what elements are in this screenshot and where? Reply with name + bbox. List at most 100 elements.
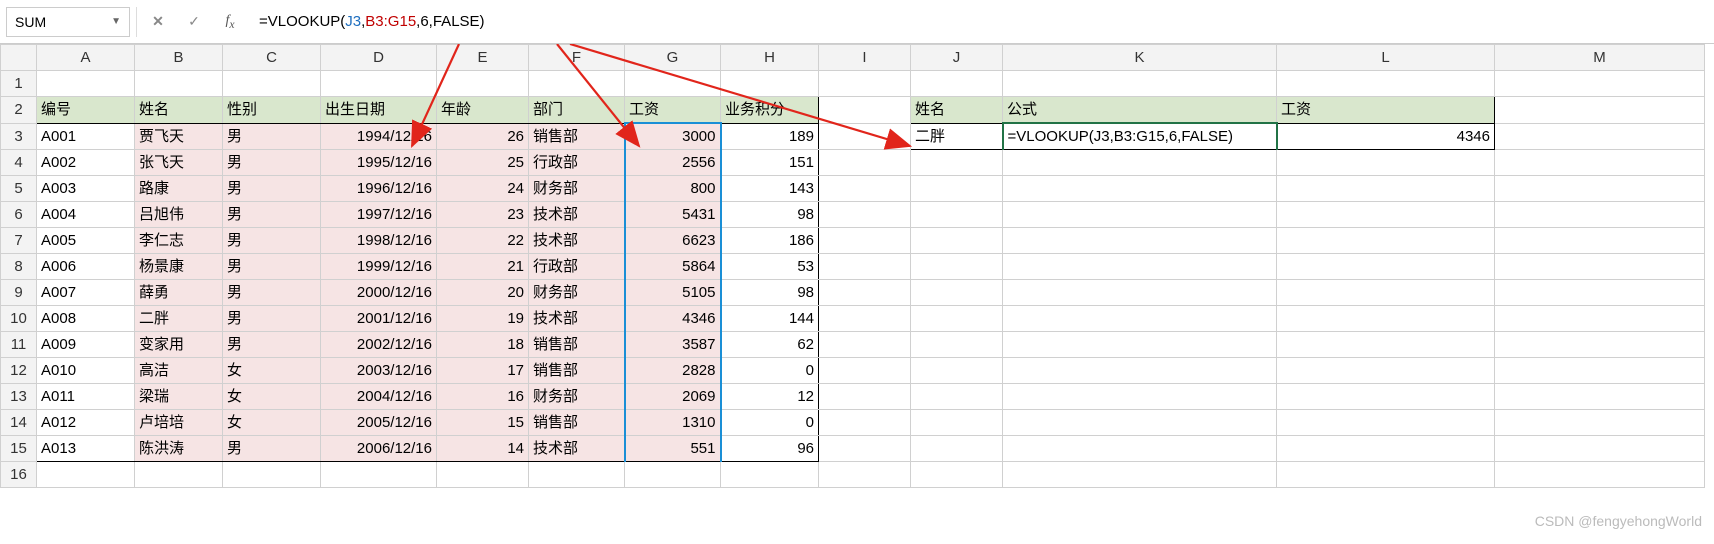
cell-M12[interactable]	[1495, 358, 1705, 384]
cell-L6[interactable]	[1277, 202, 1495, 228]
cell-K15[interactable]	[1003, 436, 1277, 462]
cell-G1[interactable]	[625, 71, 721, 97]
cell-G6[interactable]: 5431	[625, 202, 721, 228]
cell-E1[interactable]	[437, 71, 529, 97]
cell-H1[interactable]	[721, 71, 819, 97]
cell-I9[interactable]	[819, 280, 911, 306]
cell-G7[interactable]: 6623	[625, 228, 721, 254]
cell-G12[interactable]: 2828	[625, 358, 721, 384]
cell-B1[interactable]	[135, 71, 223, 97]
col-header-C[interactable]: C	[223, 45, 321, 71]
row-header-5[interactable]: 5	[1, 176, 37, 202]
cell-L7[interactable]	[1277, 228, 1495, 254]
cell-C7[interactable]: 男	[223, 228, 321, 254]
cell-F5[interactable]: 财务部	[529, 176, 625, 202]
cell-M16[interactable]	[1495, 462, 1705, 488]
cell-G2[interactable]: 工资	[625, 97, 721, 124]
cancel-icon[interactable]: ✕	[143, 7, 173, 37]
cell-L1[interactable]	[1277, 71, 1495, 97]
cell-I2[interactable]	[819, 97, 911, 124]
cell-J2[interactable]: 姓名	[911, 97, 1003, 124]
cell-D7[interactable]: 1998/12/16	[321, 228, 437, 254]
row-header-10[interactable]: 10	[1, 306, 37, 332]
cell-H2[interactable]: 业务积分	[721, 97, 819, 124]
cell-C5[interactable]: 男	[223, 176, 321, 202]
confirm-icon[interactable]: ✓	[179, 7, 209, 37]
cell-L8[interactable]	[1277, 254, 1495, 280]
cell-E2[interactable]: 年龄	[437, 97, 529, 124]
col-header-J[interactable]: J	[911, 45, 1003, 71]
cell-I1[interactable]	[819, 71, 911, 97]
cell-E11[interactable]: 18	[437, 332, 529, 358]
cell-M11[interactable]	[1495, 332, 1705, 358]
cell-B2[interactable]: 姓名	[135, 97, 223, 124]
cell-L14[interactable]	[1277, 410, 1495, 436]
cell-F2[interactable]: 部门	[529, 97, 625, 124]
cell-J12[interactable]	[911, 358, 1003, 384]
cell-G4[interactable]: 2556	[625, 150, 721, 176]
cell-K14[interactable]	[1003, 410, 1277, 436]
cell-B11[interactable]: 变家用	[135, 332, 223, 358]
cell-G3[interactable]: 3000	[625, 123, 721, 150]
cell-G8[interactable]: 5864	[625, 254, 721, 280]
cell-A2[interactable]: 编号	[37, 97, 135, 124]
cell-C13[interactable]: 女	[223, 384, 321, 410]
cell-A3[interactable]: A001	[37, 123, 135, 150]
cell-D16[interactable]	[321, 462, 437, 488]
cell-B5[interactable]: 路康	[135, 176, 223, 202]
cell-E5[interactable]: 24	[437, 176, 529, 202]
col-header-K[interactable]: K	[1003, 45, 1277, 71]
cell-H16[interactable]	[721, 462, 819, 488]
cell-D6[interactable]: 1997/12/16	[321, 202, 437, 228]
cell-F3[interactable]: 销售部	[529, 123, 625, 150]
cell-H11[interactable]: 62	[721, 332, 819, 358]
cell-F9[interactable]: 财务部	[529, 280, 625, 306]
cell-K1[interactable]	[1003, 71, 1277, 97]
col-header-L[interactable]: L	[1277, 45, 1495, 71]
cell-E7[interactable]: 22	[437, 228, 529, 254]
col-header-D[interactable]: D	[321, 45, 437, 71]
cell-E4[interactable]: 25	[437, 150, 529, 176]
cell-I4[interactable]	[819, 150, 911, 176]
cell-D9[interactable]: 2000/12/16	[321, 280, 437, 306]
cell-A10[interactable]: A008	[37, 306, 135, 332]
cell-H10[interactable]: 144	[721, 306, 819, 332]
cell-E6[interactable]: 23	[437, 202, 529, 228]
cell-E9[interactable]: 20	[437, 280, 529, 306]
cell-A13[interactable]: A011	[37, 384, 135, 410]
cell-H3[interactable]: 189	[721, 123, 819, 150]
row-header-9[interactable]: 9	[1, 280, 37, 306]
cell-A12[interactable]: A010	[37, 358, 135, 384]
cell-L16[interactable]	[1277, 462, 1495, 488]
cell-L10[interactable]	[1277, 306, 1495, 332]
cell-I10[interactable]	[819, 306, 911, 332]
row-header-6[interactable]: 6	[1, 202, 37, 228]
col-header-F[interactable]: F	[529, 45, 625, 71]
cell-D12[interactable]: 2003/12/16	[321, 358, 437, 384]
cell-L11[interactable]	[1277, 332, 1495, 358]
row-header-14[interactable]: 14	[1, 410, 37, 436]
cell-H5[interactable]: 143	[721, 176, 819, 202]
cell-D4[interactable]: 1995/12/16	[321, 150, 437, 176]
cell-J6[interactable]	[911, 202, 1003, 228]
cell-M13[interactable]	[1495, 384, 1705, 410]
col-header-E[interactable]: E	[437, 45, 529, 71]
cell-I7[interactable]	[819, 228, 911, 254]
cell-M10[interactable]	[1495, 306, 1705, 332]
cell-K12[interactable]	[1003, 358, 1277, 384]
cell-F6[interactable]: 技术部	[529, 202, 625, 228]
cell-M1[interactable]	[1495, 71, 1705, 97]
cell-J4[interactable]	[911, 150, 1003, 176]
cell-H7[interactable]: 186	[721, 228, 819, 254]
cell-C10[interactable]: 男	[223, 306, 321, 332]
cell-G11[interactable]: 3587	[625, 332, 721, 358]
cell-M8[interactable]	[1495, 254, 1705, 280]
cell-H12[interactable]: 0	[721, 358, 819, 384]
cell-I16[interactable]	[819, 462, 911, 488]
row-header-7[interactable]: 7	[1, 228, 37, 254]
cell-F10[interactable]: 技术部	[529, 306, 625, 332]
cell-B12[interactable]: 高洁	[135, 358, 223, 384]
cell-F11[interactable]: 销售部	[529, 332, 625, 358]
cell-E13[interactable]: 16	[437, 384, 529, 410]
cell-F12[interactable]: 销售部	[529, 358, 625, 384]
